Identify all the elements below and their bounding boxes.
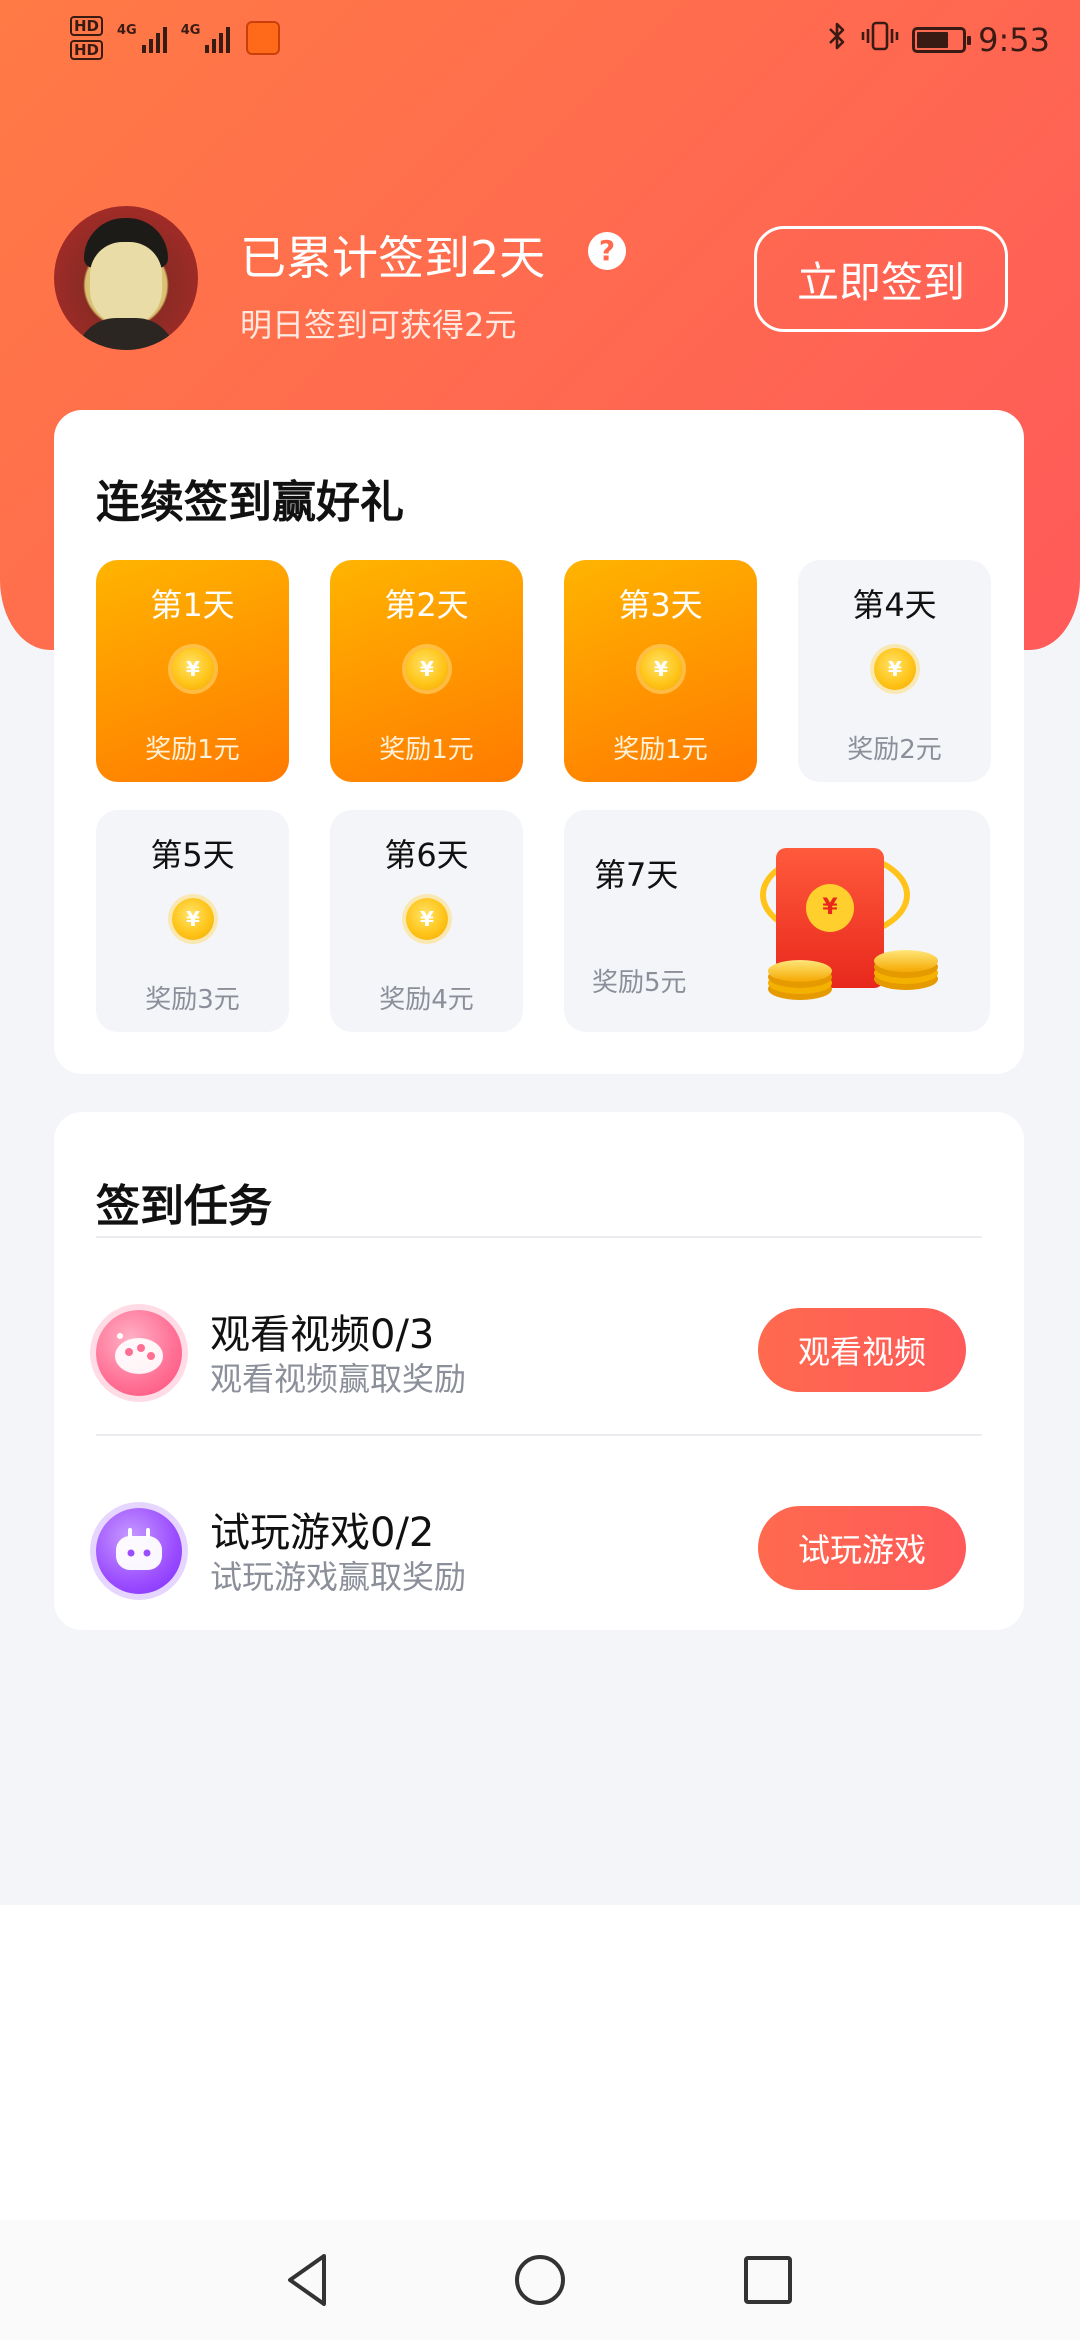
divider bbox=[96, 1434, 982, 1436]
game-icon bbox=[96, 1508, 182, 1594]
tomorrow-reward-hint: 明日签到可获得2元 bbox=[240, 306, 517, 344]
network-2-label: 4G bbox=[180, 23, 201, 38]
hd-2-badge: HD bbox=[70, 40, 104, 60]
coin-icon: ¥ bbox=[640, 648, 682, 690]
coin-stack-icon bbox=[768, 960, 832, 982]
status-right: 9:53 bbox=[826, 20, 1050, 59]
bluetooth-icon bbox=[826, 20, 848, 59]
recent-apps-icon[interactable] bbox=[736, 2248, 800, 2312]
day-label: 第6天 bbox=[384, 836, 469, 874]
battery-icon bbox=[912, 26, 972, 53]
day-label: 第2天 bbox=[384, 586, 469, 624]
day-1-tile[interactable]: 第1天 ¥ 奖励1元 bbox=[96, 560, 289, 782]
signal-2-icon: 4G bbox=[181, 23, 231, 53]
checkin-count-title: 已累计签到2天 bbox=[240, 231, 546, 285]
day-reward: 奖励4元 bbox=[379, 985, 474, 1015]
red-packet-seal: ¥ bbox=[806, 884, 854, 932]
day-reward: 奖励1元 bbox=[613, 735, 708, 765]
system-nav-bar bbox=[0, 2220, 1080, 2340]
day-label: 第3天 bbox=[618, 586, 703, 624]
day-4-tile[interactable]: 第4天 ¥ 奖励2元 bbox=[798, 560, 991, 782]
consecutive-reward-card: 连续签到赢好礼 第1天 ¥ 奖励1元 第2天 ¥ 奖励1元 第3天 ¥ 奖励1元… bbox=[54, 410, 1024, 1074]
day-label: 第7天 bbox=[594, 856, 679, 894]
app-notification-icon bbox=[246, 21, 281, 55]
checkin-now-button[interactable]: 立即签到 bbox=[754, 226, 1008, 332]
coin-icon: ¥ bbox=[406, 898, 448, 940]
day-reward: 奖励5元 bbox=[592, 968, 687, 998]
day-reward: 奖励2元 bbox=[847, 735, 942, 765]
play-game-button[interactable]: 试玩游戏 bbox=[758, 1506, 966, 1590]
day-label: 第4天 bbox=[852, 586, 937, 624]
divider bbox=[96, 1236, 982, 1238]
coin-icon: ¥ bbox=[172, 898, 214, 940]
day-label: 第1天 bbox=[150, 586, 235, 624]
checkin-task-card: 签到任务 观看视频0/3 观看视频赢取奖励 观看视频 试玩游戏0/2 试玩游戏赢… bbox=[54, 1112, 1024, 1630]
coin-icon: ¥ bbox=[406, 648, 448, 690]
palette-icon bbox=[96, 1310, 182, 1396]
day-reward: 奖励1元 bbox=[145, 735, 240, 765]
help-icon[interactable]: ? bbox=[588, 232, 626, 270]
day-reward: 奖励3元 bbox=[145, 985, 240, 1015]
task-card-title: 签到任务 bbox=[96, 1181, 272, 1232]
day-label: 第5天 bbox=[150, 836, 235, 874]
coin-icon: ¥ bbox=[874, 648, 916, 690]
day-5-tile[interactable]: 第5天 ¥ 奖励3元 bbox=[96, 810, 289, 1032]
task-row-watch-video: 观看视频0/3 观看视频赢取奖励 观看视频 bbox=[54, 1294, 1024, 1424]
back-icon[interactable] bbox=[276, 2248, 340, 2312]
day-6-tile[interactable]: 第6天 ¥ 奖励4元 bbox=[330, 810, 523, 1032]
day-7-tile[interactable]: 第7天 奖励5元 ¥ bbox=[564, 810, 990, 1032]
reward-card-title: 连续签到赢好礼 bbox=[96, 477, 404, 528]
network-1-label: 4G bbox=[117, 23, 137, 38]
status-time: 9:53 bbox=[978, 20, 1050, 59]
coin-icon: ¥ bbox=[172, 648, 214, 690]
watch-video-button[interactable]: 观看视频 bbox=[758, 1308, 966, 1392]
day-reward: 奖励1元 bbox=[379, 735, 474, 765]
task-title: 观看视频0/3 bbox=[210, 1312, 435, 1358]
avatar[interactable] bbox=[54, 206, 198, 350]
home-icon[interactable] bbox=[508, 2248, 572, 2312]
day-3-tile[interactable]: 第3天 ¥ 奖励1元 bbox=[564, 560, 757, 782]
hd-1-badge: HD bbox=[70, 16, 104, 36]
task-subtitle: 试玩游戏赢取奖励 bbox=[210, 1558, 467, 1596]
task-title: 试玩游戏0/2 bbox=[210, 1510, 435, 1556]
status-bar: HD HD 4G 4G 9:53 bbox=[0, 0, 1080, 90]
day-2-tile[interactable]: 第2天 ¥ 奖励1元 bbox=[330, 560, 523, 782]
signal-1-icon: 4G bbox=[117, 23, 167, 53]
vibrate-icon bbox=[860, 20, 900, 59]
status-left: HD HD 4G 4G bbox=[70, 16, 281, 60]
hd-indicators: HD HD bbox=[70, 16, 104, 60]
task-row-play-game: 试玩游戏0/2 试玩游戏赢取奖励 试玩游戏 bbox=[54, 1492, 1024, 1622]
task-subtitle: 观看视频赢取奖励 bbox=[210, 1360, 467, 1398]
coin-stack-icon bbox=[874, 950, 938, 972]
